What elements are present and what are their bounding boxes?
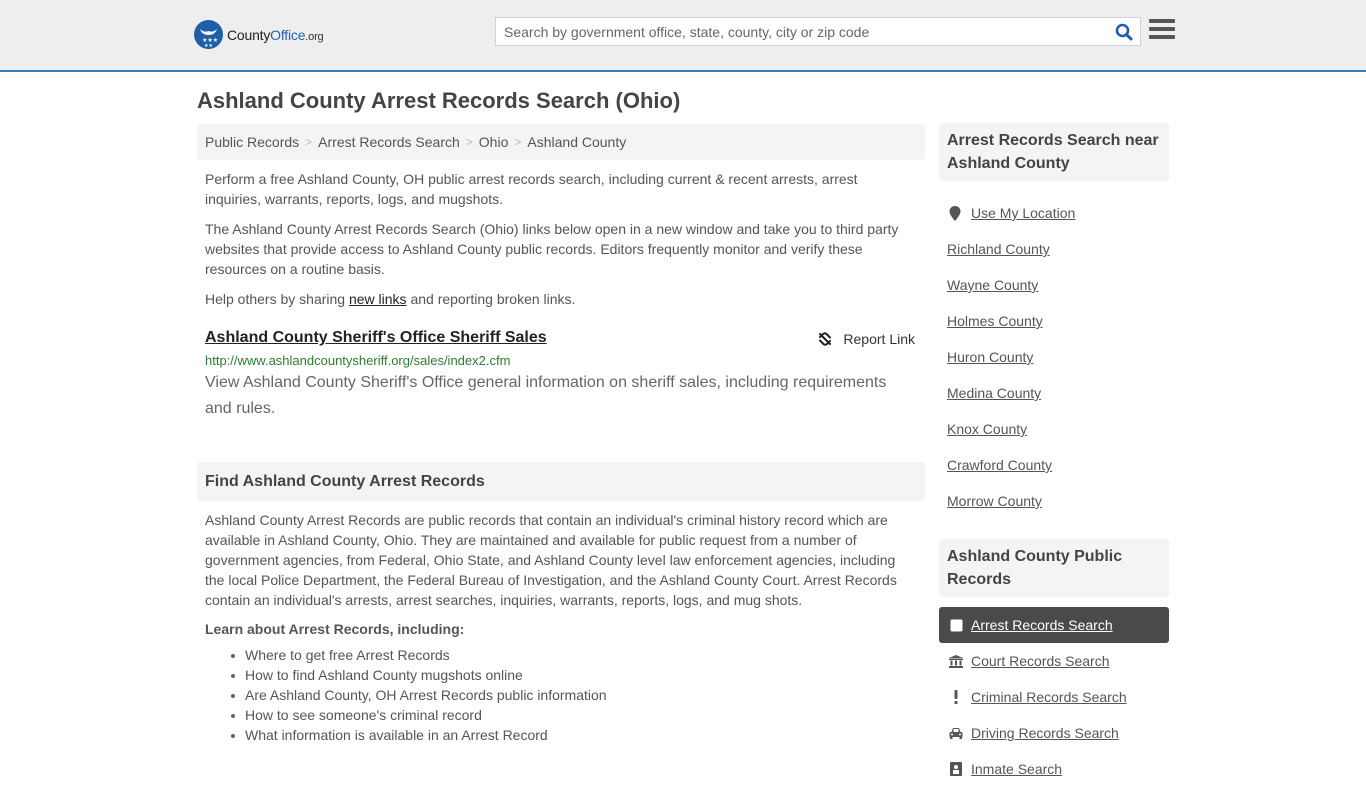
breadcrumb-ashland-county[interactable]: Ashland County — [527, 134, 626, 150]
find-records-body: Ashland County Arrest Records are public… — [205, 512, 897, 608]
breadcrumb-separator: > — [305, 135, 313, 149]
report-link-button[interactable]: Report Link — [817, 331, 915, 347]
sidebar-item-inmate-search[interactable]: Inmate Search — [939, 751, 1169, 787]
map-marker-icon — [947, 205, 963, 221]
public-records-list: Arrest Records Search Court Records Sear… — [939, 607, 1169, 787]
learn-list: Where to get free Arrest Records How to … — [197, 645, 925, 745]
intro: Perform a free Ashland County, OH public… — [197, 169, 925, 309]
sidebar-item-arrest-records[interactable]: Arrest Records Search — [939, 607, 1169, 643]
public-records-heading: Ashland County Public Records — [939, 539, 1169, 597]
nearby-county-link[interactable]: Wayne County — [939, 267, 1169, 303]
logo-text: CountyOffice.org — [227, 26, 324, 43]
nearby-county-link[interactable]: Medina County — [939, 375, 1169, 411]
list-item: What information is available in an Arre… — [231, 725, 925, 745]
list-item: Are Ashland County, OH Arrest Records pu… — [231, 685, 925, 705]
logo-eagle-icon: ★★★ ★★ — [194, 20, 223, 49]
breadcrumb-separator: > — [465, 135, 473, 149]
courthouse-icon — [949, 654, 963, 668]
nearby-county-link[interactable]: Crawford County — [939, 447, 1169, 483]
car-icon — [949, 726, 963, 740]
nearby-list: Use My Location Richland County Wayne Co… — [939, 195, 1169, 519]
exclamation-icon — [949, 690, 963, 704]
report-link-label: Report Link — [843, 331, 915, 347]
svg-text:★★: ★★ — [204, 43, 213, 49]
nearby-county-link[interactable]: Richland County — [939, 231, 1169, 267]
result-listing: Ashland County Sheriff's Office Sheriff … — [197, 329, 925, 422]
search-icon — [1115, 23, 1133, 40]
sidebar-item-driving-records[interactable]: Driving Records Search — [939, 715, 1169, 751]
breadcrumb: Public Records > Arrest Records Search >… — [197, 124, 925, 160]
find-records-heading: Find Ashland County Arrest Records — [197, 462, 925, 501]
broken-link-icon — [819, 332, 832, 346]
sidebar: Arrest Records Search near Ashland Count… — [939, 123, 1169, 787]
nearby-county-link[interactable]: Morrow County — [939, 483, 1169, 519]
inmate-icon — [949, 762, 963, 776]
list-item: How to find Ashland County mugshots onli… — [231, 665, 925, 685]
breadcrumb-public-records[interactable]: Public Records — [205, 134, 299, 150]
intro-paragraph: The Ashland County Arrest Records Search… — [205, 221, 899, 277]
site-header: ★★★ ★★ CountyOffice.org — [0, 0, 1366, 72]
result-title-link[interactable]: Ashland County Sheriff's Office Sheriff … — [205, 329, 547, 347]
result-description: View Ashland County Sheriff's Office gen… — [205, 374, 887, 417]
use-my-location[interactable]: Use My Location — [939, 195, 1169, 231]
breadcrumb-ohio[interactable]: Ohio — [479, 134, 509, 150]
nearby-heading: Arrest Records Search near Ashland Count… — [939, 123, 1169, 181]
search-bar — [495, 17, 1141, 46]
main-content: Public Records > Arrest Records Search >… — [197, 124, 925, 745]
new-links-link[interactable]: new links — [349, 291, 407, 307]
list-item: Where to get free Arrest Records — [231, 645, 925, 665]
nearby-county-link[interactable]: Holmes County — [939, 303, 1169, 339]
intro-paragraph: Perform a free Ashland County, OH public… — [205, 171, 858, 207]
learn-heading: Learn about Arrest Records, including: — [205, 621, 465, 637]
nearby-county-link[interactable]: Knox County — [939, 411, 1169, 447]
site-logo[interactable]: ★★★ ★★ CountyOffice.org — [194, 20, 324, 49]
breadcrumb-separator: > — [514, 135, 522, 149]
list-item: How to see someone's criminal record — [231, 705, 925, 725]
sidebar-item-criminal-records[interactable]: Criminal Records Search — [939, 679, 1169, 715]
square-icon — [949, 618, 963, 632]
breadcrumb-arrest-records-search[interactable]: Arrest Records Search — [318, 134, 460, 150]
result-url: http://www.ashlandcountysheriff.org/sale… — [205, 353, 511, 368]
sidebar-item-court-records[interactable]: Court Records Search — [939, 643, 1169, 679]
search-input[interactable] — [496, 18, 1108, 45]
page-title: Ashland County Arrest Records Search (Oh… — [197, 88, 681, 113]
share-links-text: Help others by sharing new links and rep… — [205, 291, 576, 307]
hamburger-menu-icon[interactable] — [1149, 19, 1175, 43]
nearby-county-link[interactable]: Huron County — [939, 339, 1169, 375]
search-button[interactable] — [1108, 18, 1140, 45]
